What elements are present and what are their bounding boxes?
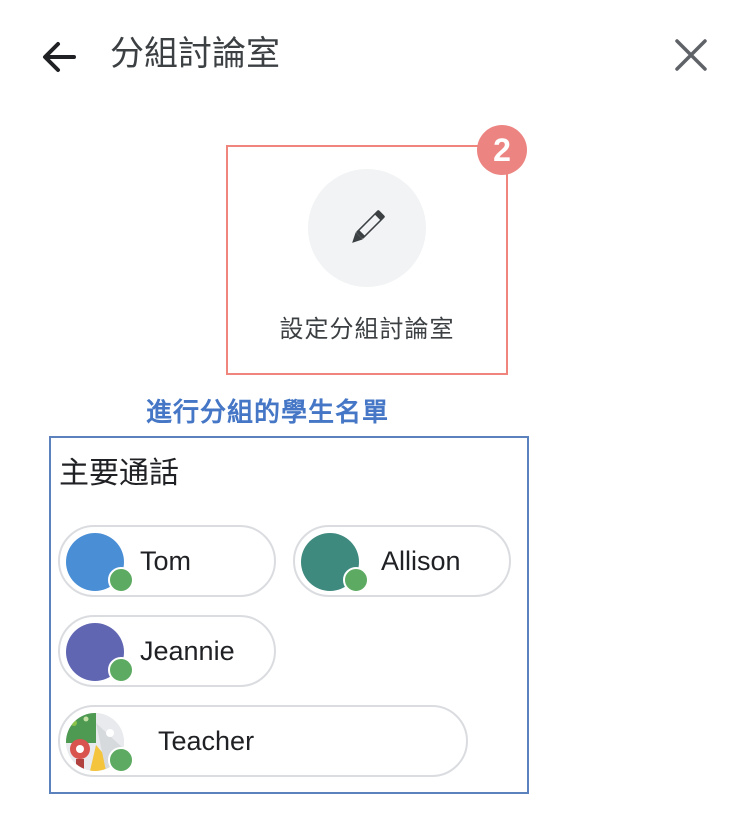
close-icon [675,39,707,71]
setup-breakout-rooms-button[interactable]: 設定分組討論室 [226,145,508,375]
online-status-icon [108,747,134,773]
pencil-icon [352,210,385,243]
arrow-left-icon [43,42,76,72]
setup-breakout-label: 設定分組討論室 [279,315,455,343]
main-call-group: 主要通話 Tom Allison Jeannie Teacher [49,436,529,794]
online-status-icon [108,657,134,683]
participant-name: Allison [381,546,461,576]
participant-name: Jeannie [140,636,235,666]
online-status-icon [108,567,134,593]
participant-name: Teacher [158,726,255,756]
edit-icon-circle [308,169,426,287]
online-status-icon [343,567,369,593]
group-title: 主要通話 [59,456,179,491]
participant-chip-jeannie[interactable]: Jeannie [58,615,276,687]
participant-name: Tom [140,546,192,576]
dialog-header: 分組討論室 [0,0,740,110]
annotation-label: 進行分組的學生名單 [146,398,390,428]
back-button[interactable] [34,32,84,82]
participant-chip-teacher[interactable]: Teacher [58,705,468,777]
participant-chip-allison[interactable]: Allison [293,525,511,597]
participant-chip-tom[interactable]: Tom [58,525,276,597]
page-title: 分組討論室 [110,34,280,74]
step-number-badge: 2 [477,125,527,175]
close-button[interactable] [668,32,714,78]
